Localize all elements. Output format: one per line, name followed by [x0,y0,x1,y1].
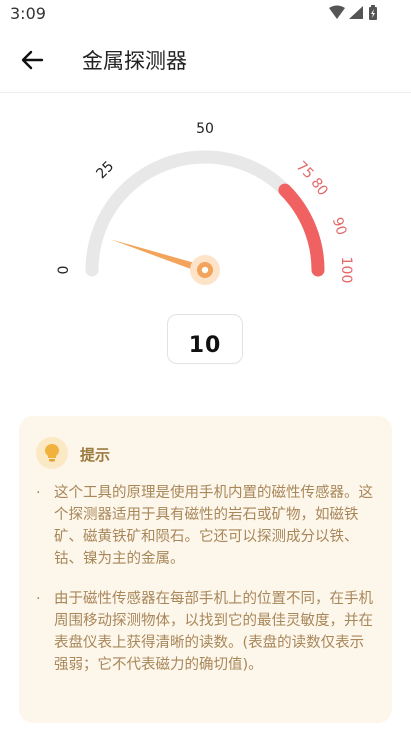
gauge-needle [109,239,220,285]
gauge-tick-label: 0 [56,266,72,275]
tip-text: 由于磁性传感器在每部手机上的位置不同，在手机周围移动探测物体，以找到它的最佳灵敏… [54,591,373,673]
needle-hub-center [201,266,209,274]
gauge-warning-arc [278,183,325,277]
reading-value: 10 [188,333,222,358]
status-icons [327,5,383,21]
tip-bullet: · [36,591,41,607]
cell-signal-icon [349,6,363,19]
lightbulb-icon [36,437,68,469]
arrow-left-icon[interactable] [18,46,46,74]
gauge-track [85,150,325,277]
magnetic-gauge: 0 25 50 75 80 90 100 10 [0,92,411,402]
battery-icon [369,5,377,20]
reading-display: 10 [167,314,243,364]
page-title: 金属探测器 [82,49,187,73]
tip-text: 这个工具的原理是使用手机内置的磁性传感器。这个探测器适用于具有磁性的岩石或矿物，… [54,485,373,567]
wifi-icon [329,5,345,19]
gauge-tick-label: 75 [293,158,317,182]
gauge-tick-label: 90 [329,215,350,237]
gauge-tick-label: 100 [338,257,354,284]
tip-item: · 由于磁性传感器在每部手机上的位置不同，在手机周围移动探测物体，以找到它的最佳… [36,588,378,676]
tip-item: · 这个工具的原理是使用手机内置的磁性传感器。这个探测器适用于具有磁性的岩石或矿… [36,482,378,570]
app-bar: 金属探测器 [0,28,411,93]
tips-title: 提示 [80,446,111,464]
gauge-tick-label: 25 [93,158,117,182]
tips-card: 提示 · 这个工具的原理是使用手机内置的磁性传感器。这个探测器适用于具有磁性的岩… [19,416,392,723]
gauge-tick-label: 80 [307,175,330,199]
gauge-tick-label: 50 [196,121,214,137]
tip-bullet: · [36,485,41,501]
status-time: 3:09 [10,4,46,23]
status-bar: 3:09 [0,0,411,28]
